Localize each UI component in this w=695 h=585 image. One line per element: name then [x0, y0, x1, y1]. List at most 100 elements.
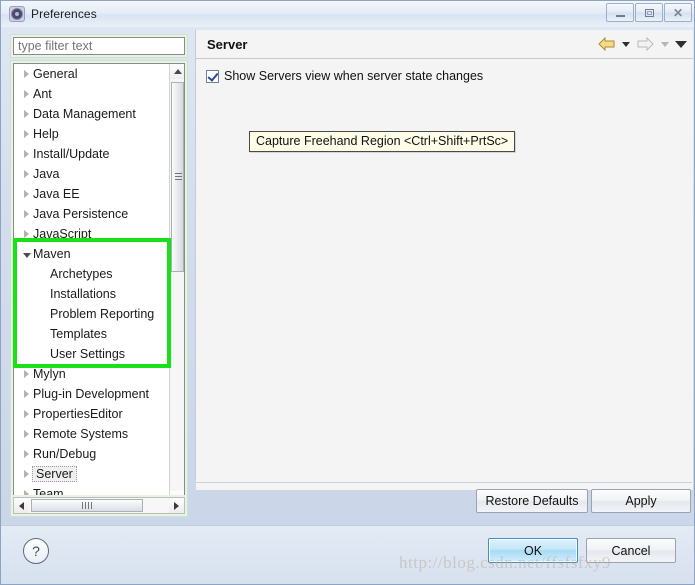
- expand-arrow-icon[interactable]: [20, 210, 33, 218]
- scroll-up-button[interactable]: [170, 64, 185, 79]
- tree-item-data-management[interactable]: Data Management: [14, 104, 167, 124]
- expand-arrow-icon[interactable]: [20, 190, 33, 198]
- expand-arrow-icon[interactable]: [20, 90, 33, 98]
- vertical-scroll-thumb[interactable]: [171, 82, 184, 272]
- preferences-window: Preferences ✕ General Ant Data Management H…: [0, 0, 695, 585]
- tree-item-label: Templates: [50, 327, 107, 341]
- apply-button[interactable]: Apply: [591, 489, 691, 513]
- minimize-icon: [616, 15, 625, 17]
- tree-item-label: Install/Update: [33, 147, 109, 161]
- tree-item-server[interactable]: Server: [14, 464, 167, 484]
- tree-item-label: Plug-in Development: [33, 387, 149, 401]
- tree-item-install-update[interactable]: Install/Update: [14, 144, 167, 164]
- expand-arrow-icon[interactable]: [20, 150, 33, 158]
- show-servers-view-label: Show Servers view when server state chan…: [224, 69, 483, 83]
- preference-page-panel: Server: [195, 30, 693, 480]
- maximize-button[interactable]: [635, 3, 663, 22]
- forward-button[interactable]: [635, 34, 655, 54]
- restore-icon: [645, 9, 654, 17]
- chevron-left-icon: [19, 502, 24, 510]
- help-button[interactable]: ?: [23, 538, 49, 564]
- tree-item-javascript[interactable]: JavaScript: [14, 224, 167, 244]
- scroll-thumb-grip-icon: [175, 173, 182, 181]
- tree-item-label: Problem Reporting: [50, 307, 154, 321]
- back-history-button[interactable]: [619, 34, 632, 54]
- tree-item-label: PropertiesEditor: [33, 407, 123, 421]
- show-servers-view-checkbox-row[interactable]: Show Servers view when server state chan…: [206, 69, 693, 83]
- tree-item-plug-in-development[interactable]: Plug-in Development: [14, 384, 167, 404]
- tree-horizontal-scrollbar[interactable]: [13, 497, 185, 514]
- expand-arrow-icon[interactable]: [20, 390, 33, 398]
- chevron-right-icon: [174, 502, 179, 510]
- chevron-down-icon: [661, 42, 669, 47]
- tree-item-label: Run/Debug: [33, 447, 96, 461]
- expand-arrow-icon[interactable]: [20, 410, 33, 418]
- filter-box-container: [10, 34, 188, 58]
- tree-item-ant[interactable]: Ant: [14, 84, 167, 104]
- tree-item-archetypes[interactable]: Archetypes: [14, 264, 167, 284]
- window-controls: ✕: [606, 3, 692, 22]
- tree-item-templates[interactable]: Templates: [14, 324, 167, 344]
- tree-item-general[interactable]: General: [14, 64, 167, 84]
- tree-item-label: Installations: [50, 287, 116, 301]
- tree-item-label: Mylyn: [33, 367, 66, 381]
- collapse-arrow-icon[interactable]: [20, 251, 33, 258]
- tree-item-java[interactable]: Java: [14, 164, 167, 184]
- preferences-tree-container: General Ant Data Management Help Install/Upd…: [10, 60, 188, 510]
- expand-arrow-icon[interactable]: [20, 170, 33, 178]
- chevron-down-icon: [622, 42, 630, 47]
- tree-horizontal-scrollbar-container: [10, 495, 188, 517]
- tree-item-label: User Settings: [50, 347, 125, 361]
- vertical-scroll-track[interactable]: [170, 79, 185, 491]
- expand-arrow-icon[interactable]: [20, 370, 33, 378]
- search-input[interactable]: [13, 37, 185, 55]
- ok-button[interactable]: OK: [488, 538, 578, 563]
- scroll-right-button[interactable]: [169, 498, 184, 513]
- tree-item-help[interactable]: Help: [14, 124, 167, 144]
- tree-item-problem-reporting[interactable]: Problem Reporting: [14, 304, 167, 324]
- horizontal-scroll-track[interactable]: [29, 498, 169, 513]
- tree-item-propertieseditor[interactable]: PropertiesEditor: [14, 404, 167, 424]
- tree-item-maven[interactable]: Maven: [14, 244, 167, 264]
- cancel-button[interactable]: Cancel: [586, 538, 676, 563]
- tree-item-label: Help: [33, 127, 59, 141]
- tree-item-label: Server: [32, 466, 77, 482]
- view-menu-button[interactable]: [674, 34, 687, 54]
- forward-history-button[interactable]: [658, 34, 671, 54]
- tree-item-java-ee[interactable]: Java EE: [14, 184, 167, 204]
- title-bar: Preferences ✕: [1, 1, 695, 27]
- tree-item-list: General Ant Data Management Help Install/Upd…: [14, 64, 167, 506]
- tree-item-java-persistence[interactable]: Java Persistence: [14, 204, 167, 224]
- tree-item-run-debug[interactable]: Run/Debug: [14, 444, 167, 464]
- show-servers-view-checkbox[interactable]: [206, 70, 219, 83]
- tree-item-remote-systems[interactable]: Remote Systems: [14, 424, 167, 444]
- minimize-button[interactable]: [606, 3, 634, 22]
- scroll-left-button[interactable]: [14, 498, 29, 513]
- restore-defaults-button[interactable]: Restore Defaults: [476, 489, 588, 513]
- expand-arrow-icon[interactable]: [20, 430, 33, 438]
- back-arrow-icon: [598, 37, 615, 51]
- chevron-up-icon: [174, 69, 182, 74]
- expand-arrow-icon[interactable]: [20, 230, 33, 238]
- tree-vertical-scrollbar[interactable]: [169, 64, 184, 506]
- tree-item-label: General: [33, 67, 77, 81]
- expand-arrow-icon[interactable]: [20, 70, 33, 78]
- expand-arrow-icon[interactable]: [20, 110, 33, 118]
- tree-item-label: Java Persistence: [33, 207, 128, 221]
- forward-arrow-icon: [637, 37, 654, 51]
- tree-item-label: Archetypes: [50, 267, 113, 281]
- page-navigation-toolbar: [596, 30, 687, 58]
- tree-item-installations[interactable]: Installations: [14, 284, 167, 304]
- expand-arrow-icon[interactable]: [20, 130, 33, 138]
- close-button[interactable]: ✕: [664, 3, 692, 22]
- footer-divider: [1, 525, 695, 526]
- back-button[interactable]: [596, 34, 616, 54]
- tree-item-label: Data Management: [33, 107, 136, 121]
- tree-item-user-settings[interactable]: User Settings: [14, 344, 167, 364]
- tree-item-label: Java EE: [33, 187, 80, 201]
- tree-item-label: Java: [33, 167, 59, 181]
- preferences-tree[interactable]: General Ant Data Management Help Install/Upd…: [13, 63, 185, 507]
- tree-item-mylyn[interactable]: Mylyn: [14, 364, 167, 384]
- expand-arrow-icon[interactable]: [20, 450, 33, 458]
- horizontal-scroll-thumb[interactable]: [31, 499, 143, 512]
